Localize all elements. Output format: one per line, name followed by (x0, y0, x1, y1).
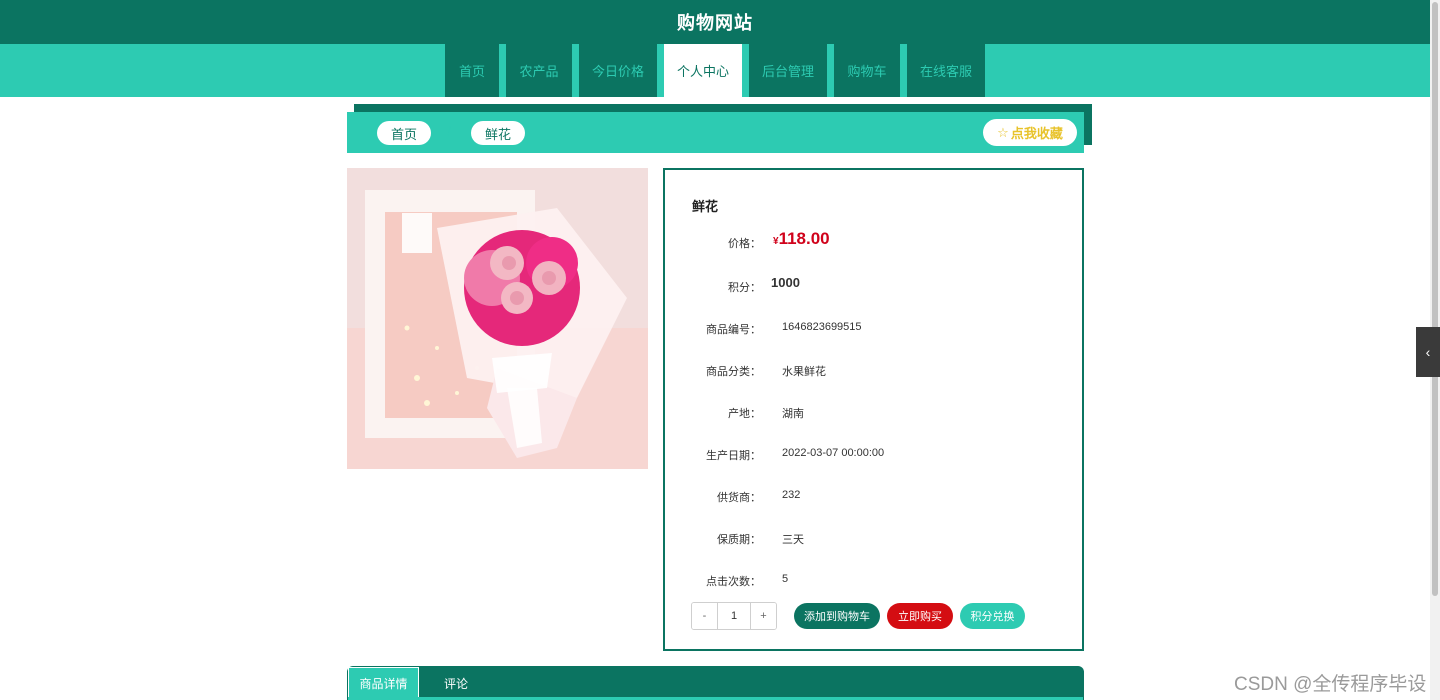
field-value-click-count: 5 (782, 573, 789, 585)
field-value-production-date: 2022-03-07 00:00:00 (782, 447, 885, 459)
top-header: 购物网站 (0, 0, 1430, 44)
points-value: 1000 (771, 275, 800, 290)
breadcrumb-current[interactable]: 鲜花 (471, 121, 525, 145)
quantity-plus-button[interactable]: + (751, 603, 776, 629)
product-name: 鲜花 (692, 199, 719, 214)
product-image (347, 168, 648, 469)
nav-item-farm-products[interactable]: 农产品 (506, 44, 572, 97)
quantity-input[interactable] (717, 603, 751, 629)
nav-item-admin[interactable]: 后台管理 (749, 44, 827, 97)
nav-item-today-price[interactable]: 今日价格 (579, 44, 657, 97)
points-exchange-button[interactable]: 积分兑换 (960, 603, 1025, 629)
price-label: 价格： (728, 238, 761, 250)
quantity-stepper: - + (691, 602, 777, 630)
field-label: 生产日期： (706, 450, 761, 462)
nav-menu: 首页 农产品 今日价格 个人中心 后台管理 购物车 在线客服 (445, 44, 992, 97)
price-number: 118.00 (778, 229, 830, 248)
breadcrumb-home[interactable]: 首页 (377, 121, 431, 145)
field-label: 点击次数： (706, 576, 761, 588)
field-value-category: 水果鲜花 (782, 366, 826, 378)
watermark: CSDN @全传程序毕设 (1234, 674, 1427, 695)
favorite-label: 点我收藏 (1010, 126, 1063, 141)
field-value-shelf-life: 三天 (782, 534, 804, 546)
buy-now-button[interactable]: 立即购买 (887, 603, 953, 629)
nav-item-home[interactable]: 首页 (445, 44, 499, 97)
points-label: 积分： (728, 282, 761, 294)
favorite-button[interactable]: ☆ 点我收藏 (983, 119, 1077, 146)
field-value-product-id: 1646823699515 (782, 321, 862, 333)
breadcrumb-separator: / (447, 124, 451, 139)
nav-item-personal-center[interactable]: 个人中心 (664, 44, 742, 97)
field-label: 保质期： (717, 534, 761, 546)
field-value-origin: 湖南 (782, 408, 804, 420)
flower-bouquet-image (347, 168, 648, 469)
tab-comments[interactable]: 评论 (427, 667, 485, 699)
quantity-minus-button[interactable]: - (692, 603, 717, 629)
field-label: 商品编号： (706, 324, 761, 336)
side-panel-toggle[interactable]: ‹ (1416, 327, 1440, 377)
chevron-left-icon: ‹ (1425, 344, 1431, 360)
field-label: 商品分类： (706, 366, 761, 378)
breadcrumb: 首页 / 鲜花 ☆ 点我收藏 (347, 112, 1084, 153)
field-label: 供货商： (717, 492, 761, 504)
product-info-panel: 鲜花 价格： ¥118.00 积分： 1000 商品编号： 1646823699… (663, 168, 1084, 651)
nav-item-cart[interactable]: 购物车 (834, 44, 900, 97)
tab-product-details[interactable]: 商品详情 (348, 667, 419, 699)
field-value-supplier: 232 (782, 489, 801, 501)
detail-tabs: 商品详情 评论 (347, 666, 1084, 700)
main-navbar: 首页 农产品 今日价格 个人中心 后台管理 购物车 在线客服 (0, 44, 1430, 97)
nav-item-online-service[interactable]: 在线客服 (907, 44, 985, 97)
scrollbar-thumb[interactable] (1432, 2, 1438, 596)
field-label: 产地： (728, 408, 761, 420)
site-title: 购物网站 (677, 13, 753, 33)
add-to-cart-button[interactable]: 添加到购物车 (794, 603, 880, 629)
star-icon: ☆ (997, 124, 1009, 140)
price-value: ¥118.00 (773, 229, 830, 249)
